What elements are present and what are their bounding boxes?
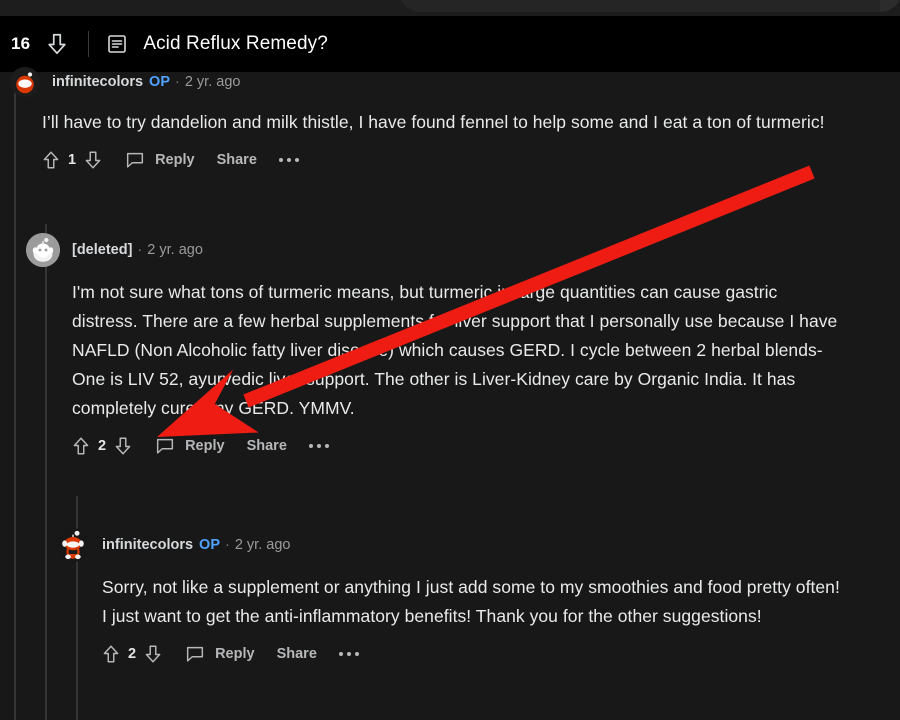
header-vote-count: 16 — [11, 34, 31, 53]
comment-username[interactable]: infinitecolors — [52, 74, 143, 90]
reddit-comment-thread-screen: 16 Acid Reflux Remedy? infinitecolors OP… — [0, 0, 900, 720]
comment-item: [deleted] · 2 yr. ago I'm not sure what … — [0, 232, 900, 455]
meta-separator: · — [137, 242, 143, 258]
more-options-icon[interactable] — [278, 157, 299, 162]
comment-timestamp: 2 yr. ago — [147, 242, 203, 258]
comment-username[interactable]: infinitecolors — [102, 537, 193, 553]
snoo-avatar-red — [10, 67, 40, 97]
comment-body: I'm not sure what tons of turmeric means… — [72, 282, 838, 418]
share-button[interactable]: Share — [217, 152, 257, 168]
share-button[interactable]: Share — [277, 646, 317, 662]
avatar[interactable] — [26, 233, 60, 267]
downvote-arrow-icon[interactable] — [142, 643, 164, 665]
comment-item: infinitecolors OP · 2 yr. ago I’ll have … — [0, 64, 900, 169]
snoo-avatar-gray — [26, 233, 60, 267]
comment-score: 2 — [128, 645, 137, 662]
more-options-icon[interactable] — [308, 443, 329, 448]
downvote-arrow-icon[interactable] — [82, 149, 104, 171]
comment-actions: 1 Reply Share — [40, 137, 900, 169]
downvote-arrow-icon[interactable] — [112, 435, 134, 457]
upvote-arrow-icon[interactable] — [70, 435, 92, 457]
comment-bubble-icon[interactable] — [154, 435, 176, 457]
comment-item: infinitecolors OP · 2 yr. ago Sorry, not… — [0, 527, 900, 663]
reply-button[interactable]: Reply — [185, 438, 225, 454]
comments-thread: infinitecolors OP · 2 yr. ago I’ll have … — [0, 67, 900, 720]
comment-author-row: [deleted] · 2 yr. ago — [0, 232, 900, 268]
comment-body: Sorry, not like a supplement or anything… — [102, 577, 840, 626]
share-button[interactable]: Share — [247, 438, 287, 454]
comment-author-row: infinitecolors OP · 2 yr. ago — [0, 527, 900, 563]
upvote-arrow-icon[interactable] — [40, 149, 62, 171]
snoo-avatar-red — [56, 528, 90, 562]
avatar[interactable] — [10, 67, 40, 97]
search-pill[interactable] — [398, 0, 900, 12]
comment-actions: 2 Reply Share — [100, 631, 900, 663]
meta-separator: · — [225, 537, 230, 553]
meta-separator: · — [175, 74, 180, 90]
comment-score: 2 — [98, 437, 107, 454]
post-list-icon[interactable] — [105, 32, 129, 56]
reply-button[interactable]: Reply — [215, 646, 255, 662]
avatar[interactable] — [56, 528, 90, 562]
comment-timestamp: 2 yr. ago — [234, 537, 291, 553]
comment-actions: 2 Reply Share — [70, 423, 900, 455]
downvote-arrow-icon[interactable] — [44, 31, 70, 57]
op-badge: OP — [199, 537, 220, 553]
comment-body: I’ll have to try dandelion and milk this… — [42, 112, 825, 132]
comment-timestamp: 2 yr. ago — [184, 74, 241, 90]
comment-bubble-icon[interactable] — [124, 149, 146, 171]
comment-username[interactable]: [deleted] — [72, 242, 132, 258]
reply-button[interactable]: Reply — [155, 152, 195, 168]
op-badge: OP — [149, 74, 170, 90]
comment-bubble-icon[interactable] — [184, 643, 206, 665]
search-bar-sliver[interactable] — [0, 0, 900, 16]
comment-score: 1 — [68, 151, 77, 168]
comment-author-row: infinitecolors OP · 2 yr. ago — [0, 64, 900, 100]
header-divider — [88, 31, 90, 57]
post-title[interactable]: Acid Reflux Remedy? — [143, 33, 328, 55]
search-pill-edge — [880, 0, 900, 12]
upvote-arrow-icon[interactable] — [100, 643, 122, 665]
more-options-icon[interactable] — [338, 651, 359, 656]
